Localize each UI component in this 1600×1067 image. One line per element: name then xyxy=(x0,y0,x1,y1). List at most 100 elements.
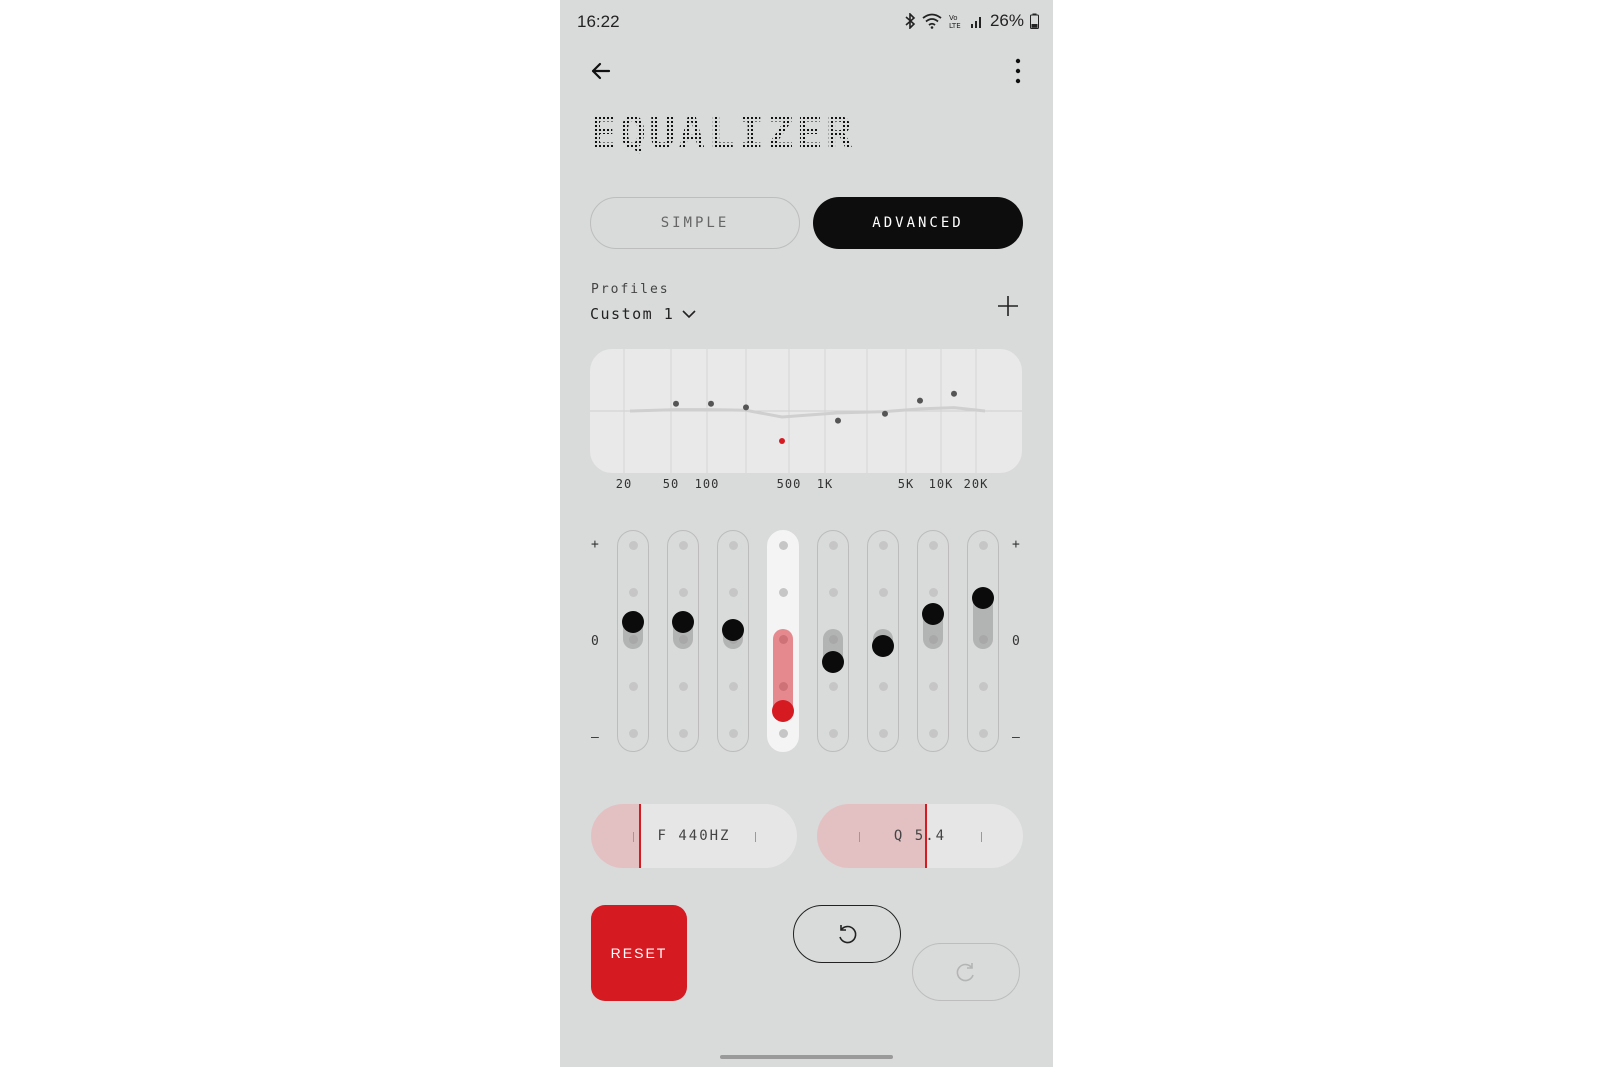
signal-icon xyxy=(970,14,984,28)
slider-tick xyxy=(779,588,788,597)
back-button[interactable] xyxy=(586,56,616,86)
eq-curve-svg xyxy=(590,349,1022,473)
mode-advanced-button[interactable]: ADVANCED xyxy=(813,197,1023,249)
slider-tick xyxy=(729,682,738,691)
slider-tick xyxy=(679,729,688,738)
eq-response-graph xyxy=(590,349,1022,473)
volte-icon: Vo LTE xyxy=(948,13,964,29)
slider-knob[interactable] xyxy=(672,610,694,633)
wifi-icon xyxy=(922,13,942,29)
slider-knob[interactable] xyxy=(872,634,894,657)
slider-tick xyxy=(829,682,838,691)
eq-band-point[interactable] xyxy=(917,397,923,404)
eq-band-point[interactable] xyxy=(951,390,957,397)
freq-label: 1K xyxy=(816,477,834,491)
slider-tick xyxy=(879,729,888,738)
page-title: EQUALIZER xyxy=(590,108,856,159)
reset-button[interactable]: RESET xyxy=(591,905,687,1001)
band-slider[interactable] xyxy=(717,530,749,752)
status-icons: Vo LTE 26% xyxy=(904,11,1039,31)
mode-simple-button[interactable]: SIMPLE xyxy=(590,197,800,249)
profile-selected: Custom 1 xyxy=(590,305,675,323)
slider-knob[interactable] xyxy=(972,586,994,609)
eq-curve xyxy=(629,406,986,419)
axis-plus-left: + xyxy=(591,537,599,552)
slider-tick xyxy=(679,682,688,691)
band-slider[interactable] xyxy=(867,530,899,752)
slider-knob[interactable] xyxy=(622,610,644,633)
slider-tick xyxy=(679,588,688,597)
band-slider[interactable] xyxy=(667,530,699,752)
eq-band-point[interactable] xyxy=(882,410,888,417)
freq-label: 100 xyxy=(694,477,720,491)
frequency-value: F 440HZ xyxy=(657,828,731,844)
slider-tick xyxy=(629,682,638,691)
eq-band-point[interactable] xyxy=(779,438,785,444)
band-slider[interactable] xyxy=(817,530,849,752)
more-vertical-icon xyxy=(1015,58,1021,84)
slider-tick xyxy=(829,588,838,597)
eq-band-point[interactable] xyxy=(708,400,714,407)
profile-dropdown[interactable]: Custom 1 xyxy=(590,305,696,323)
redo-button[interactable] xyxy=(912,943,1020,1001)
profiles-label: Profiles xyxy=(591,282,670,297)
slider-tick xyxy=(979,729,988,738)
battery-icon xyxy=(1030,13,1039,29)
slider-tick xyxy=(879,588,888,597)
axis-zero-right: 0 xyxy=(1012,634,1020,649)
slider-tick xyxy=(879,541,888,550)
home-indicator[interactable] xyxy=(720,1055,893,1059)
slider-tick xyxy=(979,541,988,550)
slider-tick xyxy=(879,682,888,691)
axis-zero-left: 0 xyxy=(591,634,599,649)
axis-plus-right: + xyxy=(1012,537,1020,552)
slider-knob[interactable] xyxy=(922,603,944,626)
slider-tick xyxy=(929,588,938,597)
band-slider[interactable] xyxy=(967,530,999,752)
undo-button[interactable] xyxy=(793,905,901,963)
undo-icon xyxy=(839,925,857,944)
freq-label: 500 xyxy=(776,477,802,491)
freq-label: 20 xyxy=(615,477,633,491)
bluetooth-icon xyxy=(904,13,916,29)
battery-text: 26% xyxy=(989,11,1024,30)
status-time: 16:22 xyxy=(577,12,620,31)
q-factor-adjuster[interactable]: Q 5.4 xyxy=(817,804,1023,868)
band-slider[interactable] xyxy=(917,530,949,752)
q-factor-value: Q 5.4 xyxy=(893,828,947,844)
axis-minus-right: – xyxy=(1012,730,1020,745)
redo-icon xyxy=(956,963,974,982)
slider-tick xyxy=(629,541,638,550)
plus-icon xyxy=(998,296,1018,316)
slider-tick xyxy=(829,541,838,550)
slider-tick xyxy=(729,588,738,597)
slider-tick xyxy=(629,729,638,738)
slider-tick xyxy=(979,682,988,691)
band-slider[interactable] xyxy=(617,530,649,752)
slider-tick xyxy=(729,729,738,738)
slider-tick xyxy=(779,729,788,738)
equalizer-screen: 16:22 Vo LTE 26% EQUALIZER SIMPLE ADVANCE… xyxy=(560,0,1053,1067)
back-arrow-icon xyxy=(591,62,611,80)
slider-tick xyxy=(929,541,938,550)
slider-tick xyxy=(929,729,938,738)
eq-band-point[interactable] xyxy=(673,400,679,407)
band-slider[interactable] xyxy=(767,530,799,752)
freq-label: 50 xyxy=(662,477,680,491)
eq-band-point[interactable] xyxy=(835,417,841,424)
frequency-adjuster[interactable]: F 440HZ xyxy=(591,804,797,868)
add-profile-button[interactable] xyxy=(993,291,1023,321)
axis-minus-left: – xyxy=(591,730,599,745)
frequency-labels: 20 50 100 500 1K 5K 10K 20K xyxy=(590,477,1022,493)
eq-band-point[interactable] xyxy=(743,404,749,411)
slider-tick xyxy=(779,541,788,550)
slider-knob[interactable] xyxy=(772,700,794,722)
slider-knob[interactable] xyxy=(822,651,844,674)
freq-label: 10K xyxy=(928,477,954,491)
svg-text:LTE: LTE xyxy=(949,22,961,29)
chevron-down-icon xyxy=(682,310,696,319)
slider-tick xyxy=(929,682,938,691)
more-options-button[interactable] xyxy=(1003,56,1033,86)
slider-tick xyxy=(679,541,688,550)
slider-tick xyxy=(629,588,638,597)
